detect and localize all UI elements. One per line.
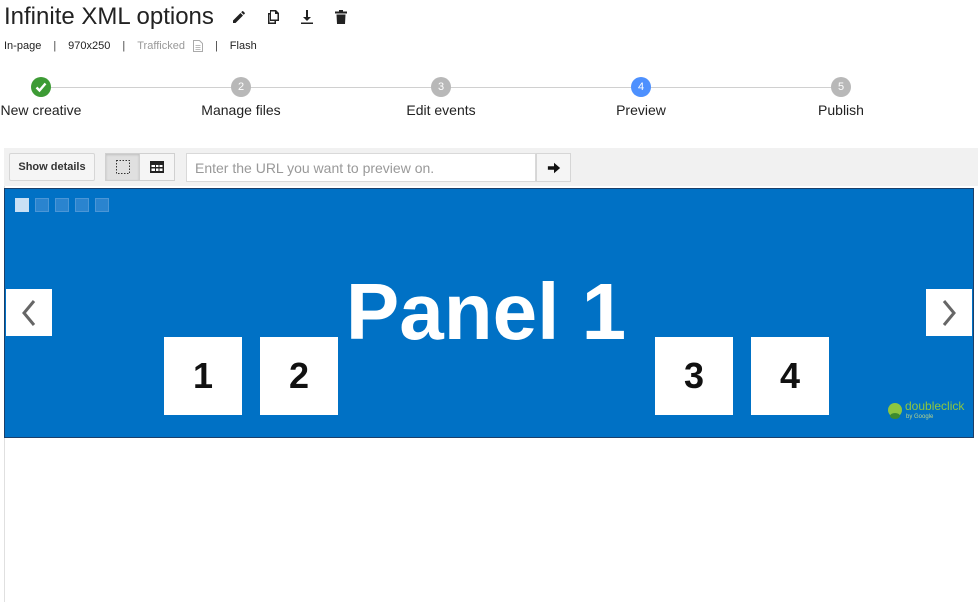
status-label: Trafficked [137, 40, 185, 52]
view-mode-toggle [105, 153, 175, 181]
page-title: Infinite XML options [4, 3, 214, 30]
separator: | [214, 40, 218, 52]
step-manage-files[interactable]: 2 Manage files [181, 76, 301, 118]
logo-subtext: by Google [906, 414, 934, 420]
step-number: 2 [231, 77, 251, 97]
step-label: Manage files [201, 102, 281, 118]
table-view-icon[interactable] [140, 153, 175, 181]
creative-meta: In-page | 970x250 | Trafficked | Flash [4, 38, 257, 54]
step-publish[interactable]: 5 Publish [781, 76, 901, 118]
step-preview[interactable]: 4 Preview [581, 76, 701, 118]
doubleclick-logo-text: doubleclick by Google [905, 399, 965, 423]
separator: | [53, 40, 57, 52]
title-row: Infinite XML options [4, 2, 350, 32]
panel-indicator[interactable] [15, 198, 29, 212]
check-icon [31, 77, 51, 97]
step-label: Publish [818, 102, 864, 118]
panel-box[interactable]: 2 [260, 337, 338, 415]
step-label: Preview [616, 102, 666, 118]
chevron-right-icon[interactable] [926, 289, 972, 336]
panel-box[interactable]: 3 [655, 337, 733, 415]
download-icon[interactable] [298, 8, 316, 26]
workflow-stepper: New creative 2 Manage files 3 Edit event… [0, 76, 978, 126]
panel-indicator[interactable] [55, 198, 69, 212]
preview-url-input[interactable] [186, 153, 536, 182]
format-label: In-page [4, 40, 42, 52]
doubleclick-logo-icon [887, 402, 903, 422]
document-icon [192, 40, 203, 52]
separator: | [122, 40, 126, 52]
frame-view-icon[interactable] [105, 153, 140, 181]
panel-box[interactable]: 4 [751, 337, 829, 415]
step-number: 4 [631, 77, 651, 97]
arrow-right-icon[interactable] [536, 153, 571, 182]
copy-icon[interactable] [264, 8, 282, 26]
panel-title-text: Panel 1 [345, 267, 627, 356]
trash-icon[interactable] [332, 8, 350, 26]
panel-indicator[interactable] [75, 198, 89, 212]
panel-box[interactable]: 1 [164, 337, 242, 415]
preview-toolbar: Show details [4, 148, 978, 186]
backup-label: Flash [229, 40, 257, 52]
title-actions [230, 8, 350, 26]
step-label: Edit events [406, 102, 476, 118]
doubleclick-logo: doubleclick by Google [887, 399, 965, 423]
chevron-left-icon[interactable] [6, 289, 52, 336]
panel-indicator[interactable] [95, 198, 109, 212]
step-number: 5 [831, 77, 851, 97]
step-label: New creative [0, 102, 82, 118]
logo-text: doubleclick [905, 399, 965, 413]
size-label: 970x250 [68, 40, 111, 52]
panel-indicators [15, 198, 109, 212]
panel-indicator[interactable] [35, 198, 49, 212]
step-edit-events[interactable]: 3 Edit events [381, 76, 501, 118]
step-number: 3 [431, 77, 451, 97]
pencil-icon[interactable] [230, 8, 248, 26]
step-new-creative[interactable]: New creative [0, 76, 101, 118]
creative-preview[interactable]: Panel 1 1 2 3 4 doubleclick by Google [4, 188, 974, 438]
show-details-button[interactable]: Show details [9, 153, 95, 181]
